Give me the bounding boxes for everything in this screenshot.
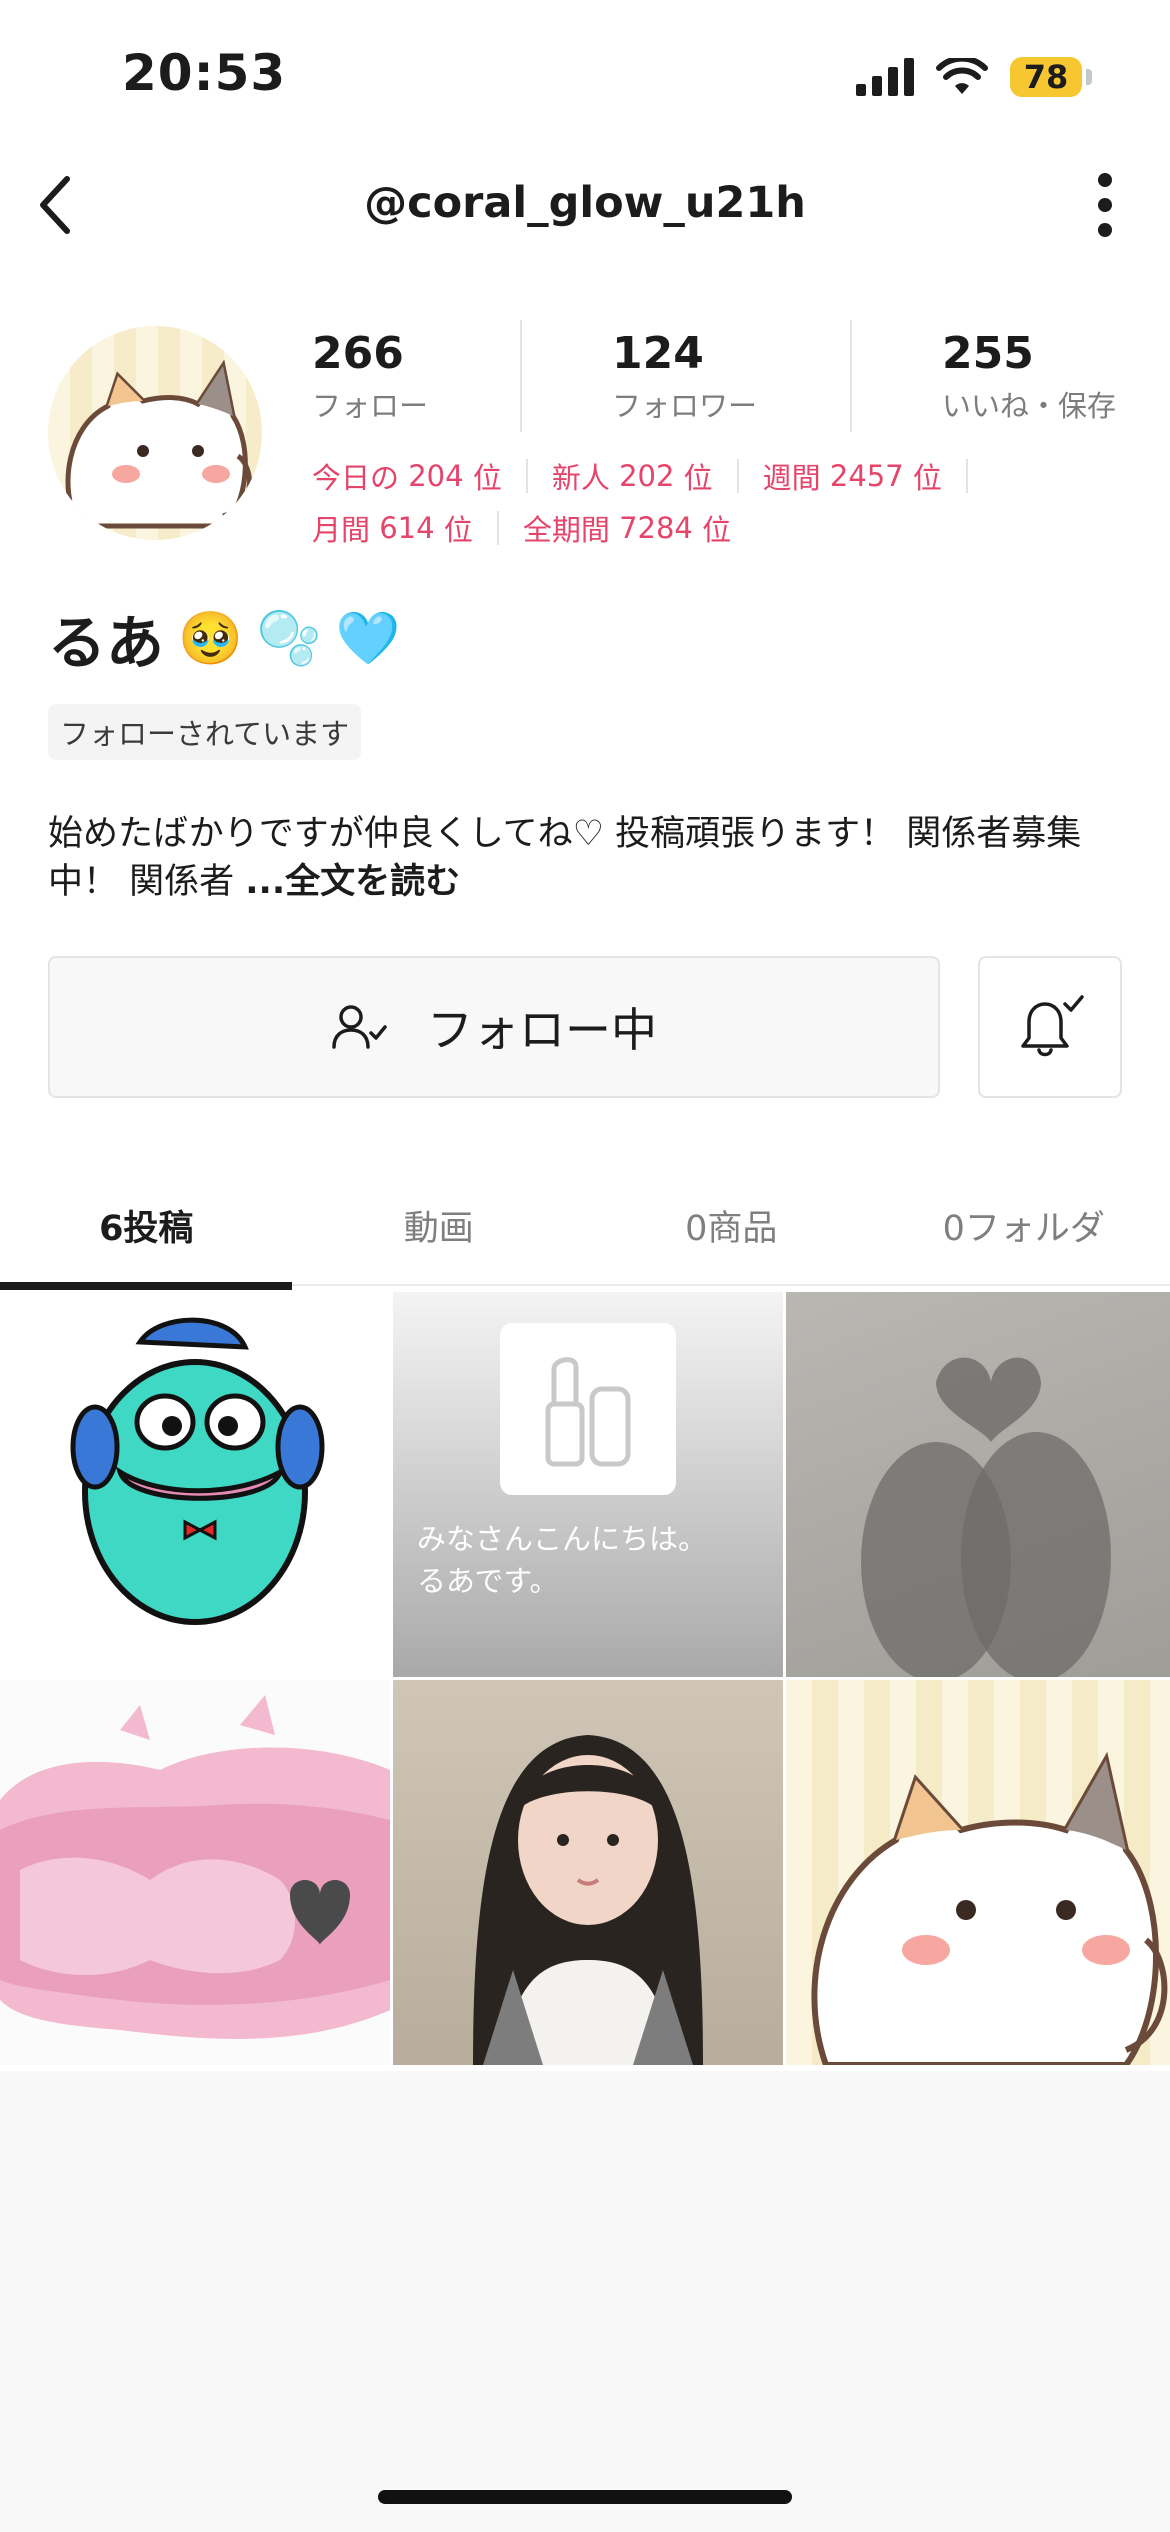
- stat-followers[interactable]: 124 フォロワー: [612, 328, 757, 425]
- lipstick-icon: [545, 1357, 631, 1467]
- rank-unit: 位: [472, 461, 502, 495]
- follows-you-badge: フォローされています: [48, 704, 362, 760]
- rank-today[interactable]: 今日の 204 位: [312, 455, 502, 497]
- rank-divider: [965, 459, 968, 493]
- rank-value: 202: [619, 459, 675, 493]
- tab-count: 0: [942, 1209, 965, 1249]
- post-thumbnail[interactable]: [393, 1680, 783, 2065]
- light-blue-heart-emoji: 🩵: [335, 608, 401, 669]
- post-thumbnail[interactable]: みなさんこんにちは。 るあです。: [393, 1292, 783, 1677]
- stat-following[interactable]: 266 フォロー: [312, 328, 428, 425]
- rank-divider: [496, 511, 499, 545]
- post-thumbnail[interactable]: [786, 1292, 1170, 1677]
- pink-lettering-artwork: [0, 1695, 390, 2039]
- home-indicator[interactable]: [378, 2490, 792, 2504]
- post-caption-line: るあです。: [417, 1564, 559, 1598]
- rank-monthly[interactable]: 月間 614 位: [312, 507, 473, 549]
- rank-divider: [736, 459, 739, 493]
- display-name: るあ 🥹 🫧 🩵: [48, 596, 400, 680]
- tab-count: 0: [685, 1209, 708, 1249]
- following-button[interactable]: フォロー中: [48, 956, 940, 1098]
- stat-likes-label: いいね・保存: [942, 389, 1117, 423]
- page-title: @coral_glow_u21h: [364, 178, 806, 228]
- bio-line: 始めたばかりですが仲良くしてね♡ 投稿頑張ります！ 関係者募集: [48, 814, 1082, 854]
- more-options-button[interactable]: [1070, 170, 1140, 240]
- rank-value: 7284: [619, 511, 693, 545]
- rank-unit: 位: [912, 461, 942, 495]
- tab-label: 商品: [707, 1209, 778, 1249]
- signal-icon: [856, 58, 914, 96]
- post-thumbnail[interactable]: [0, 1292, 390, 1677]
- wifi-icon: [936, 58, 988, 94]
- rank-list: 今日の 204 位 新人 202 位 週間 2457 位 月間 614 位 全期…: [312, 455, 1112, 559]
- status-icons: 78: [856, 52, 1092, 102]
- stat-following-label: フォロー: [312, 389, 429, 423]
- tab-label: 投稿: [123, 1209, 194, 1249]
- rank-value: 204: [408, 459, 464, 493]
- battery-level: 78: [1010, 57, 1082, 97]
- stat-following-count: 266: [312, 328, 404, 379]
- stat-likes[interactable]: 255 いいね・保存: [942, 328, 1116, 425]
- tab-folders[interactable]: 0フォルダ: [878, 1178, 1170, 1284]
- stat-followers-count: 124: [612, 328, 704, 379]
- tab-label: 動画: [403, 1209, 474, 1249]
- rank-value: 2457: [829, 459, 904, 493]
- fish-character-illustration: [70, 1317, 325, 1625]
- display-name-text: るあ: [48, 609, 165, 677]
- tab-products[interactable]: 0商品: [585, 1178, 878, 1284]
- shadow-photo: [861, 1357, 1111, 1677]
- lipstick-placeholder: [500, 1323, 676, 1495]
- stat-divider: [520, 320, 522, 432]
- stat-divider: [850, 320, 852, 432]
- notification-button[interactable]: [978, 956, 1122, 1098]
- rank-label: 月間: [312, 513, 371, 547]
- active-tab-indicator: [0, 1282, 292, 1290]
- rank-newcomer[interactable]: 新人 202 位: [552, 455, 713, 497]
- stat-likes-count: 255: [942, 328, 1034, 379]
- rank-unit: 位: [443, 513, 473, 547]
- battery-icon: 78: [1010, 57, 1092, 97]
- cat-illustration: [811, 1751, 1168, 2065]
- rank-label: 全期間: [522, 513, 610, 547]
- rank-label: 週間: [762, 461, 821, 495]
- tab-videos[interactable]: 動画: [293, 1178, 586, 1284]
- bio-line: 中！ 関係者: [48, 862, 246, 902]
- rank-weekly[interactable]: 週間 2457 位: [763, 455, 942, 497]
- following-button-label: フォロー中: [427, 1003, 657, 1057]
- portrait-photo: [473, 1735, 703, 2065]
- post-caption-line: みなさんこんにちは。: [417, 1522, 708, 1556]
- post-thumbnail[interactable]: [786, 1680, 1170, 2065]
- stat-followers-label: フォロワー: [612, 389, 758, 423]
- cat-avatar-icon: [65, 359, 252, 529]
- rank-unit: 位: [702, 513, 732, 547]
- rank-divider: [525, 459, 528, 493]
- rank-value: 614: [379, 511, 435, 545]
- post-thumbnail[interactable]: [0, 1680, 390, 2065]
- avatar[interactable]: [48, 326, 262, 540]
- rank-label: 今日の: [312, 461, 400, 495]
- rank-unit: 位: [683, 461, 713, 495]
- profile-tabs: 6投稿 動画 0商品 0フォルダ: [0, 1178, 1170, 1284]
- tab-posts[interactable]: 6投稿: [0, 1178, 293, 1284]
- rank-label: 新人: [551, 461, 610, 495]
- user-check-icon: [332, 1005, 387, 1049]
- more-vertical-icon: [1098, 173, 1112, 237]
- rank-all-time[interactable]: 全期間 7284 位: [523, 507, 731, 549]
- status-time: 20:53: [122, 44, 287, 102]
- bubbles-emoji: 🫧: [256, 608, 322, 669]
- read-more-link[interactable]: ...全文を読む: [245, 862, 460, 902]
- bell-check-icon: [1021, 995, 1084, 1057]
- pleading-face-emoji: 🥹: [178, 608, 243, 669]
- empty-feed-area: [0, 2071, 1170, 2532]
- tab-label: フォルダ: [964, 1209, 1105, 1249]
- bio: 始めたばかりですが仲良くしてね♡ 投稿頑張ります！ 関係者募集 中！ 関係者 .…: [48, 810, 1128, 906]
- tab-count: 6: [99, 1209, 124, 1249]
- post-caption: みなさんこんにちは。 るあです。: [417, 1518, 707, 1602]
- post-grid: みなさんこんにちは。 るあです。: [0, 1292, 1170, 2065]
